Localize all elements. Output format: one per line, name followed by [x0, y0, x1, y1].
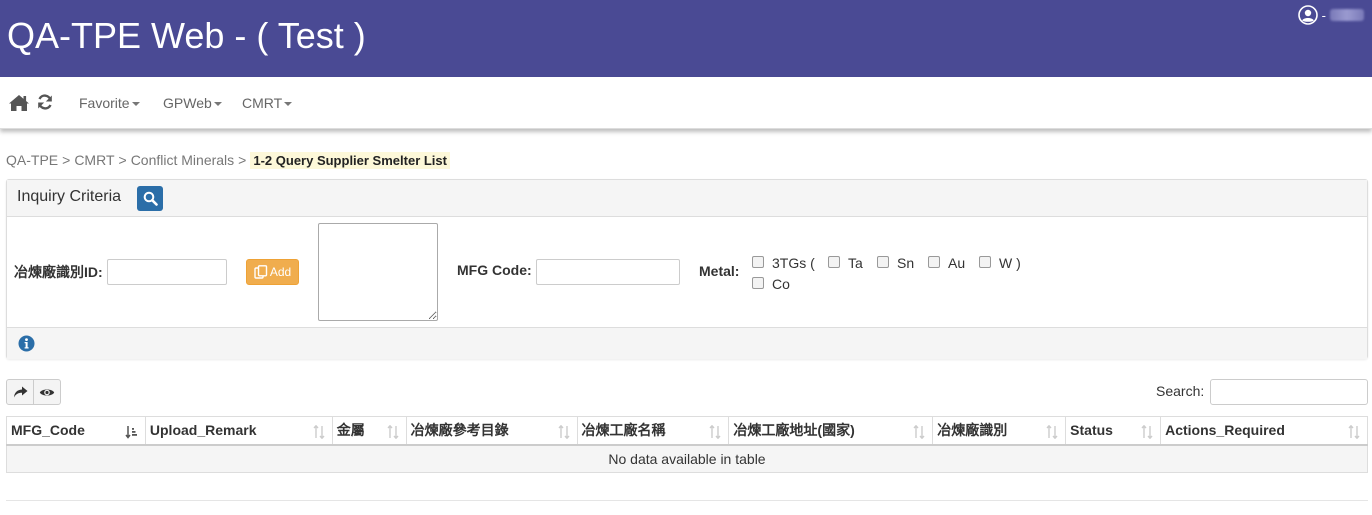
- table-tool-group: [6, 379, 61, 405]
- sort-both-icon: [709, 425, 721, 439]
- panel-footer: [7, 327, 1367, 359]
- main-navbar: Favorite GPWeb CMRT: [0, 77, 1372, 129]
- nav-menu-label: GPWeb: [163, 95, 212, 111]
- sort-both-icon: [1046, 425, 1058, 439]
- metal-ta-label: Ta: [848, 255, 863, 271]
- add-smelter-button[interactable]: Add: [246, 259, 299, 285]
- column-header-smelter-name[interactable]: 冶煉工廠名稱: [576, 416, 730, 446]
- sort-asc-icon: [125, 426, 137, 439]
- sort-both-icon: [1348, 425, 1360, 439]
- empty-table-message: No data available in table: [6, 444, 1368, 473]
- column-header-smelter-reference[interactable]: 冶煉廠參考目錄: [405, 416, 578, 446]
- table-search-input[interactable]: [1210, 379, 1368, 405]
- refresh-icon[interactable]: [37, 94, 53, 110]
- column-header-label: MFG_Code: [11, 422, 85, 439]
- nav-menu-label: CMRT: [242, 95, 283, 111]
- inquiry-criteria-panel: Inquiry Criteria 冶煉廠識別ID: Add MFG Code: …: [6, 179, 1368, 359]
- table-row: No data available in table: [6, 444, 1368, 473]
- breadcrumb-item-qa-tpe[interactable]: QA-TPE: [6, 152, 58, 168]
- panel-heading: Inquiry Criteria: [7, 180, 1367, 217]
- user-menu[interactable]: -: [1297, 5, 1364, 25]
- user-circle-icon: [1297, 5, 1318, 25]
- table-search-label: Search:: [1156, 383, 1205, 399]
- info-icon[interactable]: [18, 335, 35, 352]
- add-button-label: Add: [269, 265, 292, 279]
- breadcrumb-separator: >: [118, 152, 127, 168]
- breadcrumb-separator: >: [62, 152, 71, 168]
- metal-w-checkbox[interactable]: [979, 256, 991, 268]
- nav-menu-gpweb[interactable]: GPWeb: [163, 95, 222, 111]
- breadcrumb-separator: >: [238, 152, 247, 168]
- user-separator: -: [1321, 7, 1326, 23]
- sort-both-icon: [913, 425, 925, 439]
- metal-sn-checkbox[interactable]: [877, 256, 889, 268]
- divider: [6, 500, 1368, 501]
- copy-icon: [254, 265, 268, 279]
- nav-menu-label: Favorite: [79, 95, 130, 111]
- panel-title: Inquiry Criteria: [17, 188, 122, 205]
- nav-menu-cmrt[interactable]: CMRT: [242, 95, 293, 111]
- mfg-code-label: MFG Code:: [457, 262, 532, 278]
- sort-both-icon: [558, 425, 570, 439]
- breadcrumb-item-conflict-minerals[interactable]: Conflict Minerals: [131, 152, 234, 168]
- column-header-label: 冶煉廠參考目錄: [410, 422, 509, 439]
- metal-sn-label: Sn: [897, 255, 915, 271]
- column-header-smelter-address[interactable]: 冶煉工廠地址(國家): [728, 416, 934, 446]
- column-header-label: 冶煉工廠地址(國家): [733, 422, 855, 439]
- smelter-id-label: 冶煉廠識別ID:: [14, 264, 103, 280]
- table-header-row: MFG_Code Upload_Remark 金屬 冶煉廠參考目錄 冶煉工廠名稱…: [6, 416, 1368, 446]
- caret-down-icon: [131, 102, 140, 107]
- query-search-button[interactable]: [137, 186, 163, 211]
- caret-down-icon: [284, 102, 293, 107]
- column-header-label: 冶煉工廠名稱: [581, 422, 666, 439]
- column-header-smelter-id[interactable]: 冶煉廠識別: [932, 416, 1067, 446]
- export-button[interactable]: [7, 380, 33, 404]
- sort-both-icon: [313, 425, 325, 439]
- metal-co-label: Co: [772, 276, 790, 292]
- metal-3tgs-checkbox[interactable]: [752, 256, 764, 268]
- column-header-mfg-code[interactable]: MFG_Code: [6, 416, 146, 446]
- mfg-code-input[interactable]: [536, 259, 680, 285]
- sort-both-icon: [387, 425, 399, 439]
- nav-menu-favorite[interactable]: Favorite: [79, 95, 140, 111]
- breadcrumb-item-cmrt[interactable]: CMRT: [74, 152, 114, 168]
- share-arrow-icon: [13, 386, 28, 397]
- column-header-label: 金屬: [336, 422, 365, 439]
- column-header-metal[interactable]: 金屬: [331, 416, 407, 446]
- column-header-label: Status: [1070, 422, 1113, 439]
- column-header-label: Actions_Required: [1165, 422, 1285, 439]
- user-name-redacted: [1330, 9, 1364, 21]
- metal-label: Metal:: [699, 263, 740, 279]
- caret-down-icon: [213, 102, 222, 107]
- column-visibility-button[interactable]: [33, 380, 60, 404]
- smelter-table: MFG_Code Upload_Remark 金屬 冶煉廠參考目錄 冶煉工廠名稱…: [6, 416, 1368, 473]
- metal-w-label: W ): [999, 255, 1021, 271]
- smelter-id-input[interactable]: [107, 259, 227, 285]
- column-header-label: Upload_Remark: [149, 422, 257, 439]
- metal-3tgs-label: 3TGs (: [772, 255, 815, 271]
- column-header-status[interactable]: Status: [1065, 416, 1162, 446]
- smelter-id-list-textarea[interactable]: [318, 223, 438, 321]
- metal-ta-checkbox[interactable]: [828, 256, 840, 268]
- breadcrumb: QA-TPE > CMRT > Conflict Minerals > 1-2 …: [6, 151, 450, 169]
- app-title: QA-TPE Web - ( Test ): [7, 15, 366, 56]
- breadcrumb-current-page: 1-2 Query Supplier Smelter List: [250, 151, 450, 169]
- eye-icon: [40, 389, 55, 395]
- home-icon[interactable]: [8, 94, 30, 112]
- metal-co-checkbox[interactable]: [752, 277, 764, 289]
- metal-au-checkbox[interactable]: [928, 256, 940, 268]
- sort-both-icon: [1141, 425, 1153, 439]
- metal-au-label: Au: [948, 255, 966, 271]
- search-icon: [143, 191, 158, 206]
- column-header-upload-remark[interactable]: Upload_Remark: [144, 416, 333, 446]
- column-header-label: 冶煉廠識別: [937, 422, 1008, 439]
- column-header-actions-required[interactable]: Actions_Required: [1160, 416, 1368, 446]
- app-header: QA-TPE Web - ( Test ) -: [0, 0, 1372, 77]
